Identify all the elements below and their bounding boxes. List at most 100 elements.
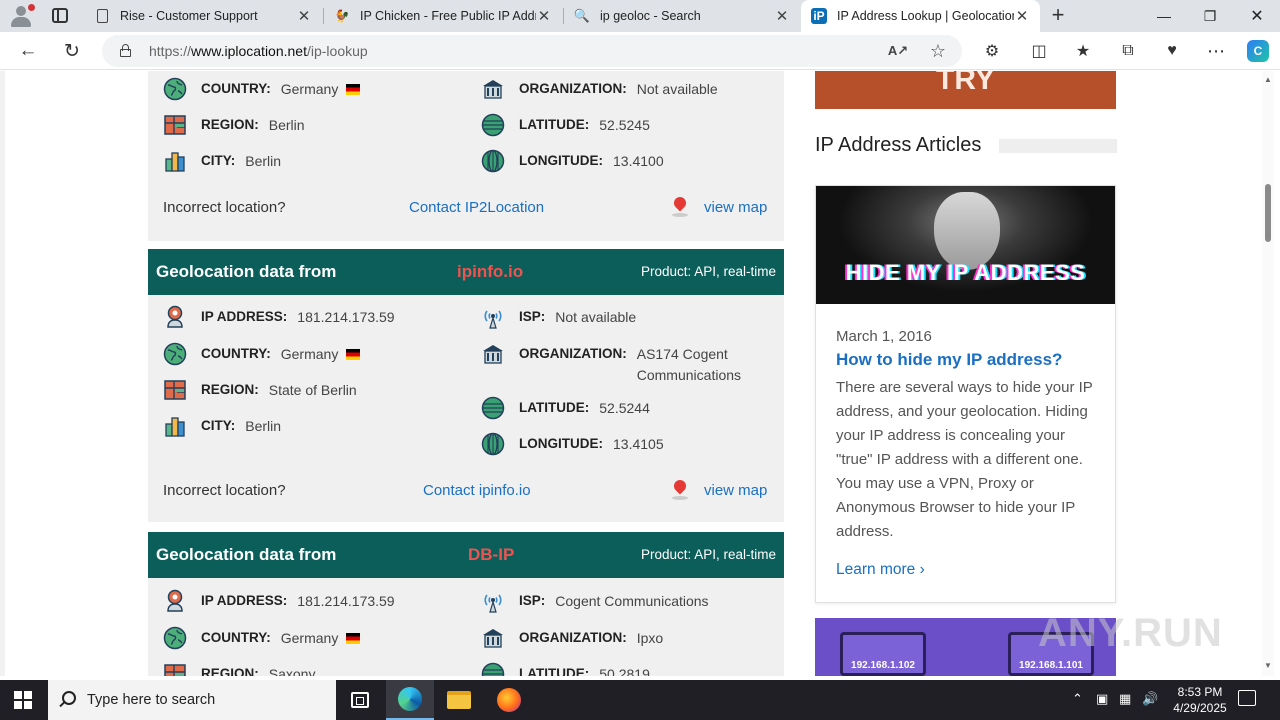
tab-title: IP Chicken - Free Public IP Addre (360, 9, 536, 23)
favorites-icon[interactable]: ★ (1071, 40, 1095, 62)
mask-icon (934, 192, 1000, 270)
chicken-icon: 🐓 (334, 9, 350, 23)
firefox-icon[interactable] (485, 680, 533, 720)
close-tab-icon[interactable]: ✕ (536, 7, 552, 25)
collections-icon[interactable]: ⧉ (1116, 40, 1140, 62)
tab-rise-support[interactable]: Rise - Customer Support ✕ (84, 0, 322, 32)
germany-flag-icon (346, 84, 361, 95)
close-tab-icon[interactable]: ✕ (774, 7, 790, 25)
germany-flag-icon (346, 349, 361, 360)
organization-building-icon (483, 629, 503, 648)
tab-title: ip geoloc - Search (600, 9, 701, 23)
contact-ip2location-link[interactable]: Contact IP2Location (409, 199, 544, 216)
windows-start-icon[interactable] (14, 691, 32, 709)
article-summary: There are several ways to hide your IP a… (836, 379, 1093, 540)
settings-more-icon[interactable]: ⋯ (1204, 40, 1228, 62)
page-viewport: COUNTRY: Germany REGION: Berlin CITY: Be… (0, 71, 1280, 676)
refresh-button[interactable]: ↻ (58, 38, 86, 64)
chevron-up-icon[interactable]: ⌃ (1072, 691, 1083, 707)
contact-ipinfo-link[interactable]: Contact ipinfo.io (423, 482, 531, 499)
field-organization: ORGANIZATION: Not available (481, 77, 718, 101)
article-date: March 1, 2016 (836, 328, 932, 345)
field-city: CITY: Berlin (163, 149, 281, 173)
field-latitude: LATITUDE: 52.5244 (481, 396, 650, 420)
isp-antenna-icon (484, 594, 502, 613)
tab-iplocation-active[interactable]: iP IP Address Lookup | Geolocation ✕ (801, 0, 1040, 32)
read-aloud-icon[interactable]: A↗ (888, 41, 908, 61)
url-text[interactable]: https://www.iplocation.net/ip-lookup (149, 43, 368, 59)
task-view-icon[interactable] (336, 680, 384, 720)
ad-banner[interactable]: TRY (815, 71, 1116, 109)
source-name: DB-IP (468, 545, 515, 564)
ip-person-pin-icon (167, 589, 183, 612)
browser-essentials-icon[interactable]: ♥ (1160, 40, 1184, 62)
field-longitude: LONGITUDE: 13.4105 (481, 432, 664, 456)
copilot-icon[interactable]: C (1247, 40, 1269, 62)
field-country: COUNTRY: Germany (163, 77, 361, 101)
ip-person-pin-icon (167, 305, 183, 328)
field-ip-address: IP ADDRESS: 181.214.173.59 (163, 305, 395, 329)
search-icon (62, 691, 76, 705)
field-latitude: LATITUDE: 50.2819 (481, 662, 650, 676)
tab-actions-icon[interactable] (52, 8, 68, 23)
region-map-icon (164, 115, 186, 135)
field-country: COUNTRY: Germany (163, 626, 361, 650)
article-image[interactable]: HIDE MY IP ADDRESS (816, 186, 1115, 304)
close-window-button[interactable]: ✕ (1234, 0, 1280, 32)
field-latitude: LATITUDE: 52.5245 (481, 113, 650, 137)
germany-flag-icon (346, 633, 361, 644)
back-button[interactable]: ← (14, 38, 42, 64)
network-icon[interactable]: ▦ (1119, 691, 1131, 707)
file-explorer-icon[interactable] (435, 680, 483, 720)
scrollbar-thumb[interactable] (1265, 184, 1271, 242)
article-card[interactable]: HIDE MY IP ADDRESS March 1, 2016 How to … (815, 185, 1116, 603)
field-longitude: LONGITUDE: 13.4100 (481, 149, 664, 173)
field-isp: ISP: Not available (481, 305, 636, 329)
close-tab-icon[interactable]: ✕ (296, 7, 312, 25)
tab-ip-geoloc-search[interactable]: 🔍 ip geoloc - Search ✕ (564, 0, 800, 32)
organization-building-icon (483, 345, 503, 364)
incorrect-location-text: Incorrect location? (163, 199, 286, 216)
anyrun-watermark: ANY.RUN (1038, 611, 1223, 655)
lock-icon[interactable] (120, 44, 131, 57)
system-clock[interactable]: 8:53 PM 4/29/2025 (1160, 684, 1240, 716)
extensions-icon[interactable]: ⚙ (980, 40, 1004, 62)
iplocation-icon: iP (811, 8, 827, 24)
scroll-up-icon: ▲ (1264, 75, 1272, 84)
view-map-link[interactable]: view map (670, 479, 767, 501)
close-tab-icon[interactable]: ✕ (1014, 7, 1030, 25)
search-icon: 🔍 (573, 8, 591, 23)
volume-icon[interactable]: 🔊 (1142, 691, 1158, 707)
device-icon[interactable]: ▣ (1096, 691, 1108, 707)
tab-strip: Rise - Customer Support ✕ 🐓 IP Chicken -… (0, 0, 1280, 32)
computer-icon: 192.168.1.102 (840, 632, 926, 676)
organization-building-icon (483, 80, 503, 99)
field-region: REGION: Saxony (163, 662, 315, 676)
favorite-star-icon[interactable]: ☆ (928, 41, 948, 61)
globe-icon (163, 342, 187, 366)
region-map-icon (164, 664, 186, 676)
tab-ip-chicken[interactable]: 🐓 IP Chicken - Free Public IP Addre ✕ (324, 0, 562, 32)
vertical-scrollbar[interactable]: ▲ ▼ (1262, 71, 1274, 676)
map-pin-icon (670, 196, 690, 218)
isp-antenna-icon (484, 310, 502, 329)
field-region: REGION: Berlin (163, 113, 305, 137)
split-screen-icon[interactable]: ◫ (1027, 40, 1051, 62)
address-bar[interactable]: https://www.iplocation.net/ip-lookup A↗ … (102, 35, 962, 67)
navigation-bar: ← ↻ https://www.iplocation.net/ip-lookup… (0, 32, 1280, 70)
restore-button[interactable]: ❐ (1187, 0, 1233, 32)
profile-avatar-icon[interactable] (8, 4, 35, 28)
minimize-button[interactable]: — (1141, 0, 1187, 32)
field-region: REGION: State of Berlin (163, 378, 357, 402)
tab-title: IP Address Lookup | Geolocation (837, 9, 1014, 23)
notifications-icon[interactable] (1238, 690, 1256, 706)
city-buildings-icon (165, 152, 185, 172)
learn-more-link[interactable]: Learn more › (836, 561, 925, 579)
article-title-link[interactable]: How to hide my IP address? (836, 350, 1062, 370)
edge-browser-icon[interactable] (386, 680, 434, 720)
view-map-link[interactable]: view map (670, 196, 767, 218)
map-pin-icon (670, 479, 690, 501)
new-tab-button[interactable]: + (1046, 4, 1070, 28)
city-buildings-icon (165, 417, 185, 437)
taskbar-search-box[interactable]: Type here to search (48, 680, 336, 720)
